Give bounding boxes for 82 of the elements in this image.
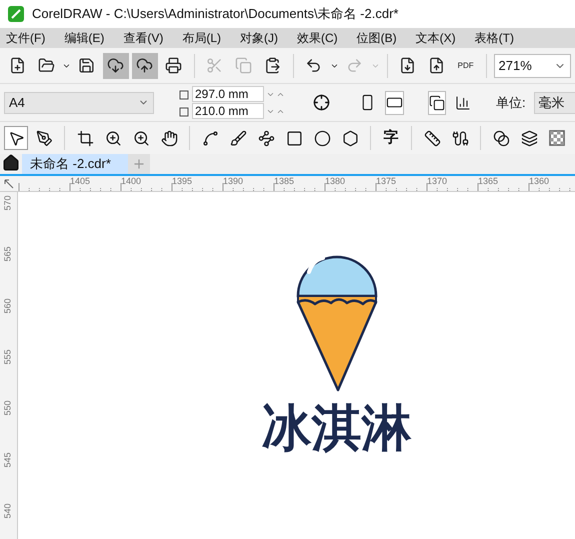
ruler-label: 555 <box>2 349 13 364</box>
ruler-label: 545 <box>2 452 13 468</box>
unit-dropdown[interactable]: 毫米 <box>534 92 575 114</box>
arrow-icon <box>4 178 14 188</box>
zoom-icon <box>132 130 150 146</box>
hexagon-icon <box>342 130 358 146</box>
rectangle-icon <box>286 130 302 146</box>
page-size-dropdown[interactable]: A4 <box>4 92 154 114</box>
menu-item[interactable]: 布局(L) <box>176 29 227 47</box>
menu-item[interactable]: 编辑(E) <box>58 29 110 47</box>
ruler-label: 550 <box>2 400 13 416</box>
new-file-icon <box>8 57 26 74</box>
copy-icon <box>235 57 252 74</box>
unit-label: 单位: <box>496 94 526 112</box>
landscape-button[interactable] <box>385 90 404 114</box>
ruler-label: 1370 <box>427 176 448 186</box>
ruler-icon <box>424 130 440 146</box>
ruler-label: 1390 <box>223 176 244 186</box>
menu-item[interactable]: 位图(B) <box>350 29 403 47</box>
crop-icon <box>76 130 94 146</box>
bars-icon <box>455 94 471 110</box>
ruler-label: 565 <box>2 246 13 262</box>
menu-item[interactable]: 表格(T) <box>468 29 520 47</box>
all-pages-button[interactable] <box>428 90 446 114</box>
dimension-field[interactable]: 210.0 mm <box>192 103 264 119</box>
menu-item[interactable]: 对象(J) <box>234 29 284 47</box>
plus-icon <box>132 157 146 171</box>
window-title: CorelDRAW - C:\Users\Administrator\Documents\未命名 -2.cdr* <box>32 5 398 24</box>
zoom-field[interactable]: 271% <box>494 54 571 78</box>
ruler-label: 570 <box>2 195 13 211</box>
nudge-icon[interactable] <box>313 94 330 111</box>
pdf-button[interactable]: PDF <box>452 52 479 78</box>
ruler-label: 1385 <box>274 176 294 186</box>
text-tool-button[interactable]: 字 <box>379 126 403 150</box>
menu-item[interactable]: 查看(V) <box>117 29 170 47</box>
import-icon <box>399 57 416 74</box>
ruler-label: 1360 <box>529 176 550 186</box>
export-icon <box>428 57 446 74</box>
ruler-label: 560 <box>2 298 13 314</box>
ellipse-icon <box>314 130 330 146</box>
blend-icon <box>492 130 510 146</box>
width-icon <box>178 88 190 100</box>
curve-icon <box>202 130 218 146</box>
folder-icon <box>38 57 54 74</box>
pointer-tool-button[interactable] <box>4 126 28 150</box>
ruler-label: 1400 <box>121 176 142 186</box>
cloud-upload-button[interactable] <box>132 52 158 78</box>
ruler-corner[interactable] <box>0 176 18 191</box>
cloud-download-button[interactable] <box>102 52 129 78</box>
shadow-icon <box>520 130 538 146</box>
redo-icon <box>346 57 364 74</box>
app-logo-icon <box>8 6 24 22</box>
save-icon <box>78 57 96 74</box>
cloud-download-icon <box>107 57 124 74</box>
height-icon <box>178 104 190 118</box>
paste-icon <box>264 57 282 74</box>
ruler-label: 1365 <box>478 176 498 186</box>
artwork-text: 冰淇淋 <box>262 399 412 457</box>
connector-icon <box>452 130 468 146</box>
pen-icon <box>36 130 52 146</box>
undo-icon <box>305 57 322 74</box>
checker-icon <box>549 130 565 146</box>
ruler-label: 1405 <box>70 176 90 186</box>
zoom-icon <box>104 130 122 146</box>
ruler-label: 1380 <box>325 176 346 186</box>
menu-item[interactable]: 文本(X) <box>410 29 462 47</box>
ruler-label: 1375 <box>376 176 396 186</box>
brush-icon <box>230 130 246 146</box>
ruler-label: 1395 <box>172 176 192 186</box>
print-icon <box>165 57 182 74</box>
pointer-icon <box>8 130 24 146</box>
cut-icon <box>206 57 224 74</box>
hand-icon <box>160 130 178 146</box>
cloud-upload-icon <box>136 57 154 74</box>
document-tab[interactable]: 未命名 -2.cdr* <box>22 154 128 174</box>
menu-item[interactable]: 效果(C) <box>291 29 344 47</box>
pages-icon <box>429 94 445 110</box>
dimension-field[interactable]: 297.0 mm <box>192 86 264 102</box>
smart-drawing-icon <box>258 130 274 146</box>
menu-item[interactable]: 文件(F) <box>0 29 52 47</box>
home-icon[interactable] <box>2 154 20 172</box>
ruler-label: 540 <box>2 503 13 518</box>
